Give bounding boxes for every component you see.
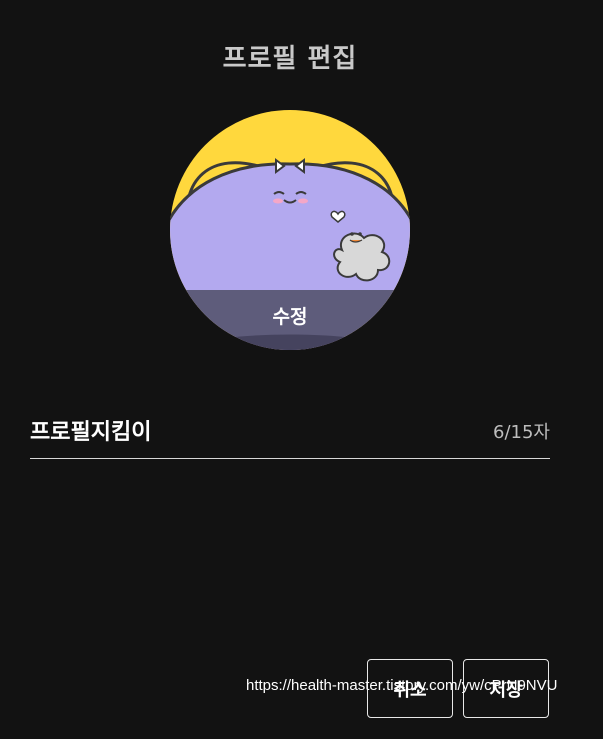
avatar-edit-overlay[interactable]: 수정 xyxy=(170,290,410,350)
nickname-row: 6/15자 xyxy=(30,408,550,459)
profile-avatar[interactable]: 수정 xyxy=(170,110,410,350)
save-button[interactable]: 저장 xyxy=(463,659,549,718)
cancel-button[interactable]: 취소 xyxy=(367,659,453,718)
dialog-title: 프로필 편집 xyxy=(222,44,358,74)
char-count: 6/15자 xyxy=(493,422,550,443)
nickname-input[interactable] xyxy=(30,412,450,448)
avatar-edit-label: 수정 xyxy=(272,306,308,328)
